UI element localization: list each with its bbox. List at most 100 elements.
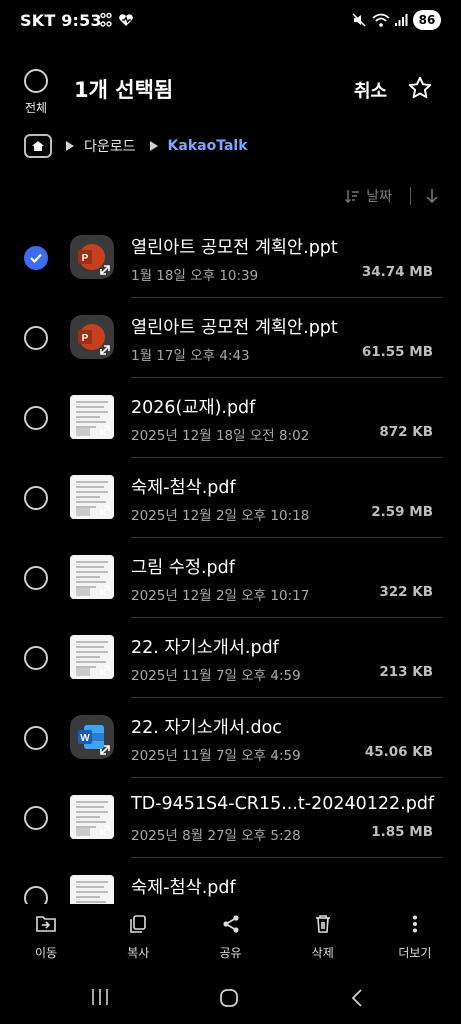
signal-icon [395, 14, 408, 26]
file-size: 213 KB [379, 664, 433, 680]
file-size: 61.55 MB [361, 344, 433, 360]
file-row[interactable]: 2026(교재).pdf 2025년 12월 18일 오전 8:02 872 KB [0, 378, 461, 458]
file-date: 1월 17일 오후 4:43 [131, 348, 250, 364]
copy-icon [128, 914, 148, 938]
select-checkbox[interactable] [24, 726, 48, 750]
file-name: 22. 자기소개서.pdf [131, 638, 279, 658]
action-share-button[interactable]: 공유 [184, 904, 276, 966]
file-row[interactable]: 숙제-첨삭.pdf 2025년 12월 2일 오후 10:18 2.59 MB [0, 458, 461, 538]
sort-divider [410, 187, 411, 205]
svg-text:P: P [82, 253, 89, 264]
file-size: 2.59 MB [371, 504, 433, 520]
file-date: 2025년 12월 2일 오후 10:17 [131, 588, 310, 604]
file-row[interactable]: 22. 자기소개서.pdf 2025년 11월 7일 오후 4:59 213 KB [0, 618, 461, 698]
share-icon [221, 914, 241, 938]
action-label: 삭제 [311, 946, 334, 960]
file-row[interactable]: P 열린아트 공모전 계획안.ppt 1월 17일 오후 4:43 61.55 MB [0, 298, 461, 378]
checked-circle-icon[interactable] [24, 246, 48, 270]
svg-text:P: P [82, 333, 89, 344]
link-badge-icon [100, 825, 110, 835]
select-all-label: 전체 [24, 101, 48, 115]
home-icon [32, 141, 44, 151]
move-icon [35, 914, 57, 938]
select-checkbox[interactable] [24, 566, 48, 590]
link-badge-icon [100, 345, 110, 355]
clock: 9:53 [61, 11, 102, 30]
home-folder-button[interactable] [24, 134, 52, 158]
sort-label[interactable]: 날짜 [366, 186, 392, 206]
file-row[interactable]: P 열린아트 공모전 계획안.ppt 1월 18일 오후 10:39 34.74 MB [0, 218, 461, 298]
action-move-button[interactable]: 이동 [0, 904, 92, 966]
select-checkbox[interactable] [24, 806, 48, 830]
file-size: 322 KB [379, 584, 433, 600]
file-thumbnail [70, 475, 114, 519]
back-icon[interactable] [350, 988, 364, 1008]
status-carrier-time: SKT 9:53 [20, 11, 102, 30]
file-name: 2026(교재).pdf [131, 398, 256, 418]
battery-indicator: 86 [413, 10, 441, 30]
file-thumbnail: W [70, 715, 114, 759]
select-checkbox[interactable] [24, 326, 48, 350]
link-badge-icon [100, 745, 110, 755]
action-label: 이동 [35, 946, 58, 960]
file-size: 872 KB [379, 424, 433, 440]
file-date: 2025년 12월 2일 오후 10:18 [131, 508, 310, 524]
breadcrumb-item-kakaotalk[interactable]: KakaoTalk [168, 138, 248, 154]
file-thumbnail [70, 395, 114, 439]
file-name: 숙제-첨삭.pdf [131, 878, 236, 898]
checkmark-icon [30, 253, 42, 264]
sort-controls: 날짜 [344, 186, 439, 206]
select-all-toggle[interactable]: 전체 [22, 69, 50, 116]
link-badge-icon [100, 665, 110, 675]
link-badge-icon [100, 585, 110, 595]
action-copy-button[interactable]: 복사 [92, 904, 184, 966]
file-row[interactable]: TD-9451S4-CR15...t-20240122.pdf 2025년 8월 … [0, 778, 461, 858]
star-icon[interactable] [407, 75, 433, 101]
file-date: 2025년 11월 7일 오후 4:59 [131, 668, 301, 684]
carrier-name: SKT [20, 11, 56, 30]
select-all-radio[interactable] [24, 69, 48, 93]
file-thumbnail [70, 795, 114, 839]
file-name: 숙제-첨삭.pdf [131, 478, 236, 498]
file-name: 열린아트 공모전 계획안.ppt [131, 238, 338, 258]
page-title: 1개 선택됨 [74, 78, 174, 102]
breadcrumb-item-downloads[interactable]: 다운로드 [84, 136, 136, 156]
file-row[interactable]: 그림 수정.pdf 2025년 12월 2일 오후 10:17 322 KB [0, 538, 461, 618]
file-size: 34.74 MB [361, 264, 433, 280]
file-date: 1월 18일 오후 10:39 [131, 268, 259, 284]
file-size: 45.06 KB [364, 744, 433, 760]
file-row[interactable]: W 22. 자기소개서.doc 2025년 11월 7일 오후 4:59 45.06 … [0, 698, 461, 778]
file-size: 1.85 MB [371, 824, 433, 840]
wifi-icon [372, 13, 390, 27]
recent-apps-icon[interactable] [90, 988, 110, 1006]
home-button-icon[interactable] [219, 988, 239, 1008]
select-checkbox[interactable] [24, 486, 48, 510]
breadcrumb-arrow-icon [149, 141, 158, 151]
link-badge-icon [100, 265, 110, 275]
file-thumbnail [70, 635, 114, 679]
status-bar: SKT 9:53 86 [0, 0, 461, 42]
sort-order-icon[interactable] [344, 188, 360, 204]
more-vertical-icon [405, 914, 425, 938]
file-date: 2025년 12월 18일 오전 8:02 [131, 428, 310, 444]
navigation-bar [0, 966, 461, 1024]
action-label: 더보기 [398, 946, 432, 960]
file-date: 2025년 11월 7일 오후 4:59 [131, 748, 301, 764]
file-name: TD-9451S4-CR15...t-20240122.pdf [131, 794, 435, 814]
select-checkbox[interactable] [24, 406, 48, 430]
action-more-vertical-button[interactable]: 더보기 [369, 904, 461, 966]
file-name: 열린아트 공모전 계획안.ppt [131, 318, 338, 338]
svg-text:W: W [80, 733, 90, 744]
file-name: 22. 자기소개서.doc [131, 718, 282, 738]
file-thumbnail [70, 555, 114, 599]
action-label: 공유 [219, 946, 242, 960]
cancel-button[interactable]: 취소 [354, 77, 387, 103]
trash-icon [313, 914, 333, 938]
link-badge-icon [100, 505, 110, 515]
action-trash-button[interactable]: 삭제 [277, 904, 369, 966]
file-thumbnail: P [70, 235, 114, 279]
select-checkbox[interactable] [24, 646, 48, 670]
arrow-down-icon[interactable] [425, 188, 439, 204]
file-list: P 열린아트 공모전 계획안.ppt 1월 18일 오후 10:39 34.74 MB… [0, 218, 461, 938]
notification-grid-icon [100, 12, 112, 27]
